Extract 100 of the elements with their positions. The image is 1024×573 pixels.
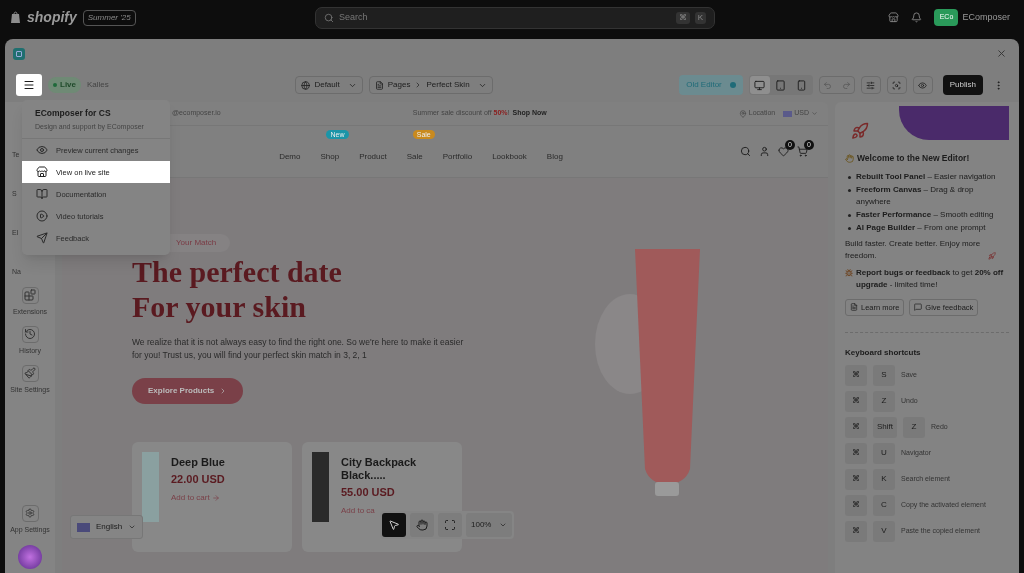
- bullet-icon: [848, 226, 851, 230]
- user-icon[interactable]: [759, 146, 770, 157]
- search-icon: [324, 12, 334, 23]
- hero-title-line: For your skin: [132, 289, 307, 324]
- settings-icon: [25, 508, 35, 518]
- scan-search-icon: [892, 80, 902, 90]
- nav-link[interactable]: Portfolio: [442, 151, 473, 161]
- cart-icon[interactable]: [797, 146, 808, 157]
- preview-button[interactable]: [912, 76, 933, 94]
- desktop-view-button[interactable]: [749, 76, 770, 94]
- store-icon: [36, 166, 48, 179]
- globe-icon: [301, 80, 311, 90]
- shortcut-key: ⌘: [845, 416, 867, 438]
- close-icon[interactable]: [996, 48, 1007, 59]
- nav-link[interactable]: Demo: [279, 151, 301, 161]
- rocket-icon: [851, 122, 869, 140]
- message-icon: [914, 303, 923, 312]
- publish-button[interactable]: Publish: [942, 75, 983, 95]
- hero-title-line: The perfect date: [132, 254, 343, 289]
- heart-icon[interactable]: [778, 146, 789, 157]
- arrow-icon: [211, 493, 220, 502]
- waving-hand-icon: [845, 153, 854, 163]
- nav-link[interactable]: Shop: [320, 151, 340, 161]
- nav-link[interactable]: Sale: [406, 151, 423, 161]
- search-field[interactable]: Search: [339, 10, 671, 25]
- paintbrush-icon: [24, 367, 36, 379]
- menu-title: EComposer for CS: [35, 107, 112, 120]
- shortcut-key: ⌘: [675, 11, 690, 24]
- hand-tool-button[interactable]: [410, 513, 434, 537]
- play-icon: [36, 210, 48, 223]
- eye-icon: [918, 80, 928, 90]
- explore-products-button[interactable]: Explore Products: [132, 378, 244, 404]
- book-icon: [36, 188, 48, 201]
- shortcut-key: V: [873, 520, 895, 542]
- tablet-icon: [775, 79, 787, 91]
- caret-icon: [811, 110, 818, 117]
- add-to-cart-link[interactable]: Add to ca: [341, 504, 375, 517]
- bug-icon: [845, 268, 853, 277]
- shopping-bag-logo-icon: [10, 11, 21, 24]
- shortcut-key: S: [873, 364, 895, 386]
- search-bar[interactable]: Search ⌘ K: [315, 6, 715, 29]
- tagline: Build faster. Create better. Enjoy more freedom.: [845, 237, 982, 262]
- phone-icon: [796, 79, 808, 91]
- search-icon[interactable]: [740, 146, 751, 157]
- brand-name: shopify: [27, 8, 77, 27]
- shortcut-key: K: [873, 468, 895, 490]
- assistant-orb[interactable]: [18, 545, 42, 569]
- location-pin-icon: [738, 109, 747, 118]
- settings-button[interactable]: [860, 76, 881, 94]
- shortcut-key: ⌘: [845, 494, 867, 516]
- product-price: 22.00 USD: [171, 472, 226, 487]
- send-icon: [36, 232, 48, 245]
- feature-item: Rebuilt Tool Panel – Easier navigation: [856, 170, 996, 183]
- menu-icon: [23, 79, 35, 91]
- sliders-icon: [866, 80, 876, 90]
- shortcuts-title: Keyboard shortcuts: [845, 346, 922, 359]
- shortcut-key: ⌘: [845, 442, 867, 464]
- flag-icon: [783, 110, 793, 117]
- uk-flag-icon: [77, 522, 90, 532]
- pointer-tool-button[interactable]: [382, 513, 406, 537]
- shortcut-key: Shift: [873, 416, 897, 438]
- page-dropdown[interactable]: Pages Perfect Skin: [368, 76, 493, 94]
- pointer-icon: [388, 519, 400, 531]
- shortcut-key: ⌘: [845, 468, 867, 490]
- feature-item: Freeform Canvas – Drag & drop anywhere: [856, 183, 975, 208]
- nav-link[interactable]: Product: [359, 151, 387, 161]
- app-logo-icon: [13, 47, 25, 60]
- history-icon: [24, 328, 36, 340]
- zoom-dropdown[interactable]: 100%: [466, 513, 513, 537]
- store-icon[interactable]: [888, 12, 900, 23]
- hand-icon: [416, 519, 428, 531]
- rocket-icon: [988, 251, 996, 260]
- bullet-icon: [848, 188, 851, 192]
- template-dropdown[interactable]: Default: [295, 76, 363, 94]
- nav-link[interactable]: Blog: [546, 151, 563, 161]
- blocks-icon: [24, 289, 36, 301]
- welcome-title: Welcome to the New Editor!: [857, 152, 970, 165]
- scan-icon: [444, 519, 456, 531]
- shortcut-key: K: [694, 11, 706, 24]
- document-icon: [850, 303, 858, 312]
- shortcut-key: ⌘: [845, 364, 867, 386]
- shortcut-key: C: [873, 494, 895, 516]
- inspect-button[interactable]: [886, 76, 907, 94]
- focus-tool-button[interactable]: [438, 513, 462, 537]
- report-text: Report bugs or feedback to get 20% off upgrade - limited time!: [856, 266, 1005, 291]
- account-name: EComposer: [962, 10, 1010, 24]
- bullet-icon: [848, 213, 851, 217]
- bag-photo-placeholder: [312, 452, 329, 522]
- eye-icon: [36, 144, 48, 157]
- shortcut-key: Z: [873, 390, 895, 412]
- watch-photo-placeholder: [142, 452, 159, 522]
- language-selector[interactable]: English: [96, 521, 123, 533]
- notification-icon[interactable]: [911, 12, 923, 23]
- feature-item: Faster Performance – Smooth editing: [856, 208, 994, 221]
- menu-button[interactable]: [16, 74, 42, 96]
- add-to-cart-link[interactable]: Add to cart: [171, 491, 210, 504]
- shortcut-key: Z: [903, 416, 925, 438]
- nav-link[interactable]: Lookbook: [492, 151, 527, 161]
- shortcut-key: ⌘: [845, 520, 867, 542]
- caret-icon: [128, 523, 137, 531]
